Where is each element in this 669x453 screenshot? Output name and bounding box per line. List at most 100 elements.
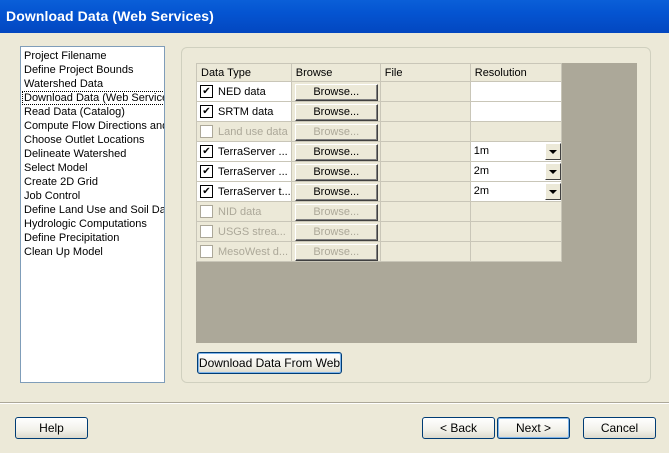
browse-button[interactable]: Browse... — [294, 163, 378, 181]
data-type-cell: NID data — [196, 201, 292, 222]
window-title: Download Data (Web Services) — [0, 0, 669, 33]
table-row: ✔ TerraServer t... Browse... 2m — [196, 181, 562, 202]
data-type-cell: ✔ TerraServer t... — [196, 181, 292, 202]
resolution-cell[interactable]: 2m — [469, 181, 562, 202]
browse-button: Browse... — [294, 243, 378, 261]
file-cell — [379, 181, 471, 202]
resolution-cell — [469, 101, 562, 122]
table-row: Land use data Browse... — [196, 121, 562, 142]
browse-cell: Browse... — [290, 141, 381, 162]
step-item[interactable]: Clean Up Model — [21, 245, 164, 259]
browse-button[interactable]: Browse... — [294, 83, 378, 101]
resolution-dropdown[interactable]: 2m — [471, 162, 561, 181]
browse-cell: Browse... — [290, 121, 381, 142]
step-item-label: Compute Flow Directions and Accumulation… — [24, 120, 164, 132]
separator — [0, 402, 669, 404]
file-cell — [379, 161, 471, 182]
browse-cell: Browse... — [290, 241, 381, 262]
data-type-label: TerraServer ... — [218, 145, 288, 158]
step-item[interactable]: Choose Outlet Locations — [21, 133, 164, 147]
data-type-checkbox — [200, 225, 213, 238]
data-type-label: NED data — [218, 85, 266, 98]
cancel-button[interactable]: Cancel — [583, 417, 656, 439]
data-type-field: Land use data — [197, 122, 291, 141]
step-item[interactable]: Watershed Data — [21, 77, 164, 91]
file-cell — [379, 81, 471, 102]
browse-cell: Browse... — [290, 81, 381, 102]
step-item[interactable]: Define Land Use and Soil Data — [21, 203, 164, 217]
help-button[interactable]: Help — [15, 417, 88, 439]
file-cell — [379, 121, 471, 142]
browse-button: Browse... — [294, 203, 378, 221]
resolution-cell[interactable]: 1m — [469, 141, 562, 162]
data-type-cell: USGS strea... — [196, 221, 292, 242]
data-type-checkbox[interactable]: ✔ — [200, 165, 213, 178]
step-item-label: Choose Outlet Locations — [24, 134, 145, 146]
browse-cell: Browse... — [290, 161, 381, 182]
step-item[interactable]: Define Project Bounds — [21, 63, 164, 77]
data-type-field: ✔ TerraServer ... — [197, 142, 291, 161]
step-item[interactable]: Hydrologic Computations — [21, 217, 164, 231]
browse-button: Browse... — [294, 123, 378, 141]
file-cell — [379, 241, 471, 262]
browse-button[interactable]: Browse... — [294, 183, 378, 201]
file-cell — [379, 141, 471, 162]
steps-list[interactable]: Project Filename Define Project Bounds Wat… — [20, 46, 165, 383]
resolution-dropdown[interactable]: 1m — [471, 142, 561, 161]
back-button[interactable]: < Back — [422, 417, 495, 439]
chevron-down-icon[interactable] — [544, 183, 561, 200]
browse-cell: Browse... — [290, 101, 381, 122]
step-item[interactable]: Job Control — [21, 189, 164, 203]
data-type-checkbox[interactable]: ✔ — [200, 145, 213, 158]
step-item-label: Delineate Watershed — [24, 148, 127, 160]
step-item-label: Clean Up Model — [24, 246, 103, 258]
resolution-cell — [469, 81, 562, 102]
data-type-checkbox[interactable]: ✔ — [200, 105, 213, 118]
data-type-label: SRTM data — [218, 105, 274, 118]
data-type-label: NID data — [218, 205, 262, 218]
step-item[interactable]: Create 2D Grid — [21, 175, 164, 189]
step-item-label: Hydrologic Computations — [24, 218, 147, 230]
table-row: NID data Browse... — [196, 201, 562, 222]
data-type-cell: ✔ NED data — [196, 81, 292, 102]
resolution-value: 1m — [473, 145, 490, 157]
data-type-checkbox — [200, 245, 213, 258]
step-item[interactable]: Compute Flow Directions and Accumulation… — [21, 119, 164, 133]
data-type-label: TerraServer ... — [218, 165, 288, 178]
data-type-label: USGS strea... — [218, 225, 286, 238]
data-type-checkbox — [200, 205, 213, 218]
step-item[interactable]: Define Precipitation — [21, 231, 164, 245]
step-item-label: Download Data (Web Services) — [22, 91, 164, 105]
data-table: Data Type Browse File Resolution ✔ NED da… — [196, 63, 562, 262]
chevron-down-icon[interactable] — [544, 143, 561, 160]
step-item-label: Project Filename — [24, 50, 107, 62]
browse-button[interactable]: Browse... — [294, 103, 378, 121]
browse-cell: Browse... — [290, 221, 381, 242]
resolution-dropdown[interactable]: 2m — [471, 182, 561, 201]
data-type-label: Land use data — [218, 125, 288, 138]
browse-button: Browse... — [294, 223, 378, 241]
data-type-checkbox — [200, 125, 213, 138]
data-type-cell: ✔ TerraServer ... — [196, 161, 292, 182]
data-type-cell: Land use data — [196, 121, 292, 142]
data-type-field: ✔ NED data — [197, 82, 291, 101]
download-data-button[interactable]: Download Data From Web — [197, 352, 342, 374]
data-type-checkbox[interactable]: ✔ — [200, 185, 213, 198]
data-type-checkbox[interactable]: ✔ — [200, 85, 213, 98]
step-item[interactable]: Read Data (Catalog) — [21, 105, 164, 119]
step-item-label: Job Control — [24, 190, 81, 202]
step-item[interactable]: Project Filename — [21, 49, 164, 63]
data-type-cell: ✔ SRTM data — [196, 101, 292, 122]
step-item-label: Define Precipitation — [24, 232, 120, 244]
step-item[interactable]: Select Model — [21, 161, 164, 175]
chevron-down-icon[interactable] — [544, 163, 561, 180]
resolution-cell[interactable]: 2m — [469, 161, 562, 182]
browse-button[interactable]: Browse... — [294, 143, 378, 161]
step-item[interactable]: Download Data (Web Services) — [21, 91, 164, 105]
browse-cell: Browse... — [290, 201, 381, 222]
step-item-label: Watershed Data — [24, 78, 104, 90]
table-row: ✔ NED data Browse... — [196, 81, 562, 102]
next-button[interactable]: Next > — [497, 417, 570, 439]
step-item[interactable]: Delineate Watershed — [21, 147, 164, 161]
step-item-label: Create 2D Grid — [24, 176, 98, 188]
